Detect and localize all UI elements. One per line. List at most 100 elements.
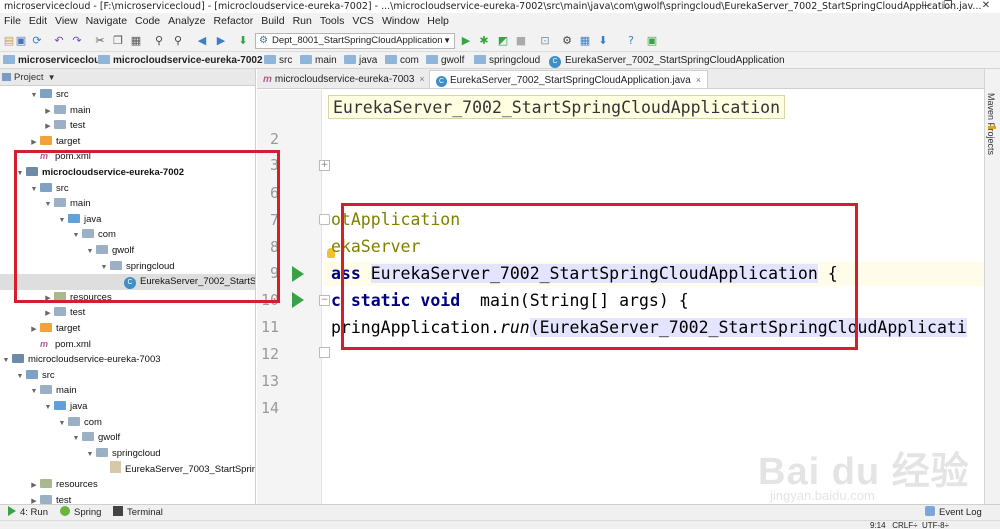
chevron-down-icon[interactable]: ▼ — [70, 228, 82, 243]
chevron-right-icon[interactable]: ▶ — [42, 104, 54, 119]
back-icon[interactable]: ◀ — [195, 34, 209, 48]
build-icon[interactable]: ⬇ — [236, 34, 250, 48]
spring-tool-button[interactable]: Spring — [60, 505, 101, 521]
menu-code[interactable]: Code — [131, 13, 164, 30]
tree-item[interactable]: C EurekaServer_7002_StartSpringCloudAppli… — [0, 274, 255, 290]
tree-item[interactable]: ▶ target — [0, 321, 255, 337]
tree-item[interactable]: ▼ java — [0, 212, 255, 228]
breadcrumb-item[interactable]: microcloudservice-eureka-7002 — [98, 52, 263, 69]
chevron-down-icon[interactable]: ▼ — [14, 369, 26, 384]
tree-item[interactable]: ▼ java — [0, 399, 255, 415]
menu-build[interactable]: Build — [257, 13, 288, 30]
tree-item[interactable]: ▶ test — [0, 118, 255, 134]
restore-button[interactable]: ❐ — [938, 0, 958, 13]
chevron-down-icon[interactable]: ▼ — [0, 353, 12, 368]
breadcrumb-item[interactable]: com — [385, 52, 419, 69]
fold-icon[interactable] — [319, 347, 330, 358]
chevron-down-icon[interactable]: ▼ — [70, 431, 82, 446]
sync-icon[interactable]: ⟳ — [30, 34, 44, 48]
project-structure-icon[interactable]: ▦ — [578, 34, 592, 48]
breadcrumb-item[interactable]: java — [344, 52, 377, 69]
tree-item[interactable]: ▼ springcloud — [0, 259, 255, 275]
redo-icon[interactable]: ↷ — [70, 34, 84, 48]
tree-item[interactable]: ▼ springcloud — [0, 446, 255, 462]
stop-icon[interactable]: ■ — [514, 34, 528, 48]
chevron-right-icon[interactable]: ▶ — [42, 306, 54, 321]
save-all-icon[interactable]: ▣ — [14, 34, 28, 48]
chevron-right-icon[interactable]: ▶ — [28, 135, 40, 150]
tree-item[interactable]: ▼ src — [0, 181, 255, 197]
menu-window[interactable]: Window — [378, 13, 423, 30]
settings-icon[interactable]: ⚙ — [560, 34, 574, 48]
chevron-down-icon[interactable]: ▼ — [98, 260, 110, 275]
breadcrumb-item[interactable]: src — [264, 52, 292, 69]
menu-tools[interactable]: Tools — [316, 13, 349, 30]
chevron-down-icon[interactable]: ▼ — [14, 166, 26, 181]
attach-icon[interactable]: ⊡ — [538, 34, 552, 48]
chevron-down-icon[interactable]: ▼ — [42, 400, 54, 415]
menu-run[interactable]: Run — [289, 13, 316, 30]
chevron-right-icon[interactable]: ▶ — [28, 478, 40, 493]
chevron-down-icon[interactable]: ▼ — [84, 244, 96, 259]
sdk-icon[interactable]: ⬇ — [596, 34, 610, 48]
close-icon[interactable]: × — [419, 74, 424, 84]
menu-analyze[interactable]: Analyze — [164, 13, 209, 30]
menu-view[interactable]: View — [51, 13, 82, 30]
fold-icon[interactable]: − — [319, 295, 330, 306]
find-icon[interactable]: ⚲ — [152, 34, 166, 48]
run-icon[interactable]: ▶ — [459, 34, 473, 48]
run-class-icon[interactable] — [292, 266, 304, 282]
terminal-tool-button[interactable]: Terminal — [113, 505, 163, 521]
tree-item[interactable]: ▼ gwolf — [0, 430, 255, 446]
cut-icon[interactable]: ✂ — [93, 34, 107, 48]
chevron-right-icon[interactable]: ▶ — [28, 494, 40, 504]
replace-icon[interactable]: ⚲ — [171, 34, 185, 48]
menu-refactor[interactable]: Refactor — [210, 13, 258, 30]
chevron-down-icon[interactable]: ▼ — [28, 384, 40, 399]
help-icon[interactable]: ? — [624, 34, 638, 48]
breadcrumb-item[interactable]: microservicecloud — [3, 52, 106, 69]
run-configuration-select[interactable]: ⚙ Dept_8001_StartSpringCloudApplication … — [255, 33, 455, 49]
tree-item[interactable]: ▼ microcloudservice-eureka-7003 — [0, 352, 255, 368]
chevron-down-icon[interactable]: ▼ — [28, 88, 40, 103]
chevron-right-icon[interactable]: ▶ — [42, 119, 54, 134]
chevron-down-icon[interactable]: ▼ — [28, 182, 40, 197]
tree-item[interactable]: m pom.xml — [0, 337, 255, 353]
run-main-icon[interactable] — [292, 292, 304, 308]
breadcrumb-item[interactable]: gwolf — [426, 52, 464, 69]
tree-item[interactable]: ▶ resources — [0, 290, 255, 306]
scrollbar-warning-marker[interactable] — [988, 126, 996, 129]
tree-item[interactable]: ▼ main — [0, 383, 255, 399]
tree-item[interactable]: ▼ main — [0, 196, 255, 212]
tab-eurekaserver-7002[interactable]: C EurekaServer_7002_StartSpringCloudAppli… — [429, 70, 708, 88]
tree-item[interactable]: ▶ resources — [0, 477, 255, 493]
tree-item[interactable]: ▶ target — [0, 134, 255, 150]
breadcrumb-item[interactable]: main — [300, 52, 337, 69]
tree-item[interactable]: ▶ test — [0, 493, 255, 504]
chevron-down-icon[interactable]: ▼ — [42, 197, 54, 212]
run-tool-button[interactable]: 4: Run — [8, 505, 48, 521]
tree-item[interactable]: ▶ main — [0, 103, 255, 119]
tree-item[interactable]: ▼ src — [0, 87, 255, 103]
menu-navigate[interactable]: Navigate — [82, 13, 131, 30]
menu-edit[interactable]: Edit — [25, 13, 51, 30]
breadcrumb-item[interactable]: springcloud — [474, 52, 540, 69]
close-icon[interactable]: × — [696, 75, 701, 85]
fold-icon[interactable] — [319, 214, 330, 225]
project-panel-header[interactable]: Project ▼ — [0, 69, 255, 86]
forward-icon[interactable]: ▶ — [214, 34, 228, 48]
debug-icon[interactable]: ✱ — [477, 34, 491, 48]
close-button[interactable]: ✕ — [976, 0, 996, 13]
breadcrumb-item[interactable]: C EurekaServer_7002_StartSpringCloudAppli… — [549, 52, 785, 69]
maven-projects-tab[interactable]: Maven Projects — [986, 93, 996, 155]
tree-item[interactable]: ▼ com — [0, 415, 255, 431]
tree-item[interactable]: ▶ test — [0, 305, 255, 321]
tab-microcloudservice-eureka-7003[interactable]: m microcloudservice-eureka-7003 × — [257, 70, 431, 88]
jvm-icon[interactable]: ▣ — [645, 34, 659, 48]
minimize-button[interactable]: — — [916, 0, 936, 13]
copy-icon[interactable]: ❐ — [111, 34, 125, 48]
tree-item[interactable]: EurekaServer_7003_StartSpringCloudApplic… — [0, 461, 255, 477]
chevron-right-icon[interactable]: ▶ — [28, 322, 40, 337]
menu-vcs[interactable]: VCS — [348, 13, 378, 30]
undo-icon[interactable]: ↶ — [52, 34, 66, 48]
